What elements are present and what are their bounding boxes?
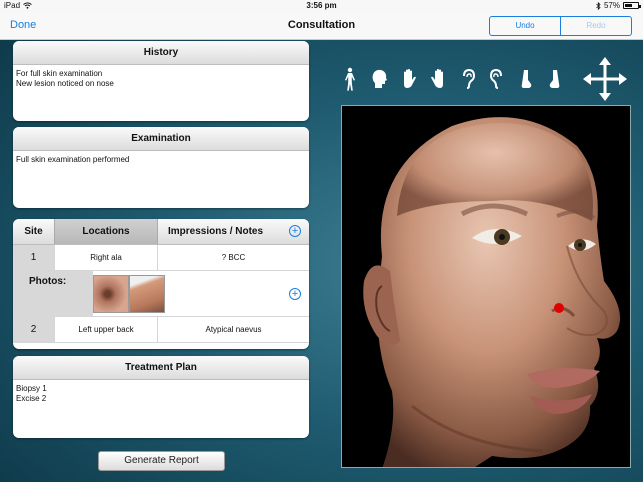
examination-title: Examination xyxy=(13,127,309,151)
site-number: 2 xyxy=(13,317,54,342)
treatment-line: Biopsy 1 xyxy=(16,384,47,393)
battery-percent: 57% xyxy=(603,1,620,10)
treatment-plan-card: Treatment Plan Biopsy 1 Excise 2 xyxy=(13,356,309,438)
bluetooth-icon xyxy=(596,1,601,10)
site-number: 1 xyxy=(13,245,54,270)
location-cell: Right ala xyxy=(54,245,158,270)
impressions-header-label: Impressions / Notes xyxy=(168,226,264,237)
table-header: Site Locations Impressions / Notes + xyxy=(13,219,309,245)
impression-cell: ? BCC xyxy=(221,253,246,262)
foot-right-icon[interactable] xyxy=(544,66,566,92)
navigation-bar: Done Consultation Undo Redo xyxy=(0,12,643,40)
locations-header[interactable]: Locations xyxy=(54,219,158,244)
lesion-marker[interactable] xyxy=(554,303,564,313)
history-line: New lesion noticed on nose xyxy=(16,79,114,88)
undo-redo-control: Undo Redo xyxy=(489,16,632,36)
locations-table: Site Locations Impressions / Notes + 1 R… xyxy=(13,219,309,349)
ear-right-icon[interactable] xyxy=(486,66,508,92)
full-body-icon[interactable] xyxy=(339,66,361,92)
status-right: 57% xyxy=(596,1,641,10)
history-title: History xyxy=(13,41,309,65)
undo-button[interactable]: Undo xyxy=(490,17,561,35)
redo-button[interactable]: Redo xyxy=(561,17,631,35)
status-time: 3:56 pm xyxy=(306,1,337,10)
treatment-plan-text[interactable]: Biopsy 1 Excise 2 xyxy=(13,380,309,408)
impressions-header[interactable]: Impressions / Notes + xyxy=(158,219,309,244)
examination-card: Examination Full skin examination perfor… xyxy=(13,127,309,208)
photos-row: Photos: + xyxy=(13,271,309,317)
history-text[interactable]: For full skin examination New lesion not… xyxy=(13,65,309,93)
hand-palm-icon[interactable] xyxy=(427,66,449,92)
3d-model-viewer[interactable] xyxy=(341,105,631,468)
location-cell: Left upper back xyxy=(54,317,158,342)
foot-left-icon[interactable] xyxy=(515,66,537,92)
lesion-photo-thumbnail[interactable] xyxy=(93,275,129,313)
status-bar: iPad 3:56 pm 57% xyxy=(0,0,643,12)
table-row[interactable]: 2 Left upper back Atypical naevus xyxy=(13,317,309,343)
hand-back-icon[interactable] xyxy=(398,66,420,92)
ear-left-icon[interactable] xyxy=(457,66,479,92)
impression-cell: Atypical naevus xyxy=(205,325,262,334)
head-model xyxy=(363,117,620,467)
treatment-line: Excise 2 xyxy=(16,394,47,403)
site-header[interactable]: Site xyxy=(13,219,54,244)
face-photo-thumbnail[interactable] xyxy=(129,275,165,313)
history-line: For full skin examination xyxy=(16,69,103,78)
table-row[interactable]: 1 Right ala ? BCC xyxy=(13,245,309,271)
add-location-icon[interactable]: + xyxy=(289,225,301,237)
photos-label: Photos: xyxy=(13,271,93,317)
generate-report-button[interactable]: Generate Report xyxy=(98,451,225,471)
history-card: History For full skin examination New le… xyxy=(13,41,309,121)
battery-icon xyxy=(623,2,641,9)
add-photo-icon[interactable]: + xyxy=(289,288,301,300)
examination-text[interactable]: Full skin examination performed xyxy=(13,151,309,169)
treatment-plan-title: Treatment Plan xyxy=(13,356,309,380)
examination-line: Full skin examination performed xyxy=(16,155,130,164)
head-icon[interactable] xyxy=(368,66,390,92)
move-arrows-icon[interactable] xyxy=(582,56,628,102)
